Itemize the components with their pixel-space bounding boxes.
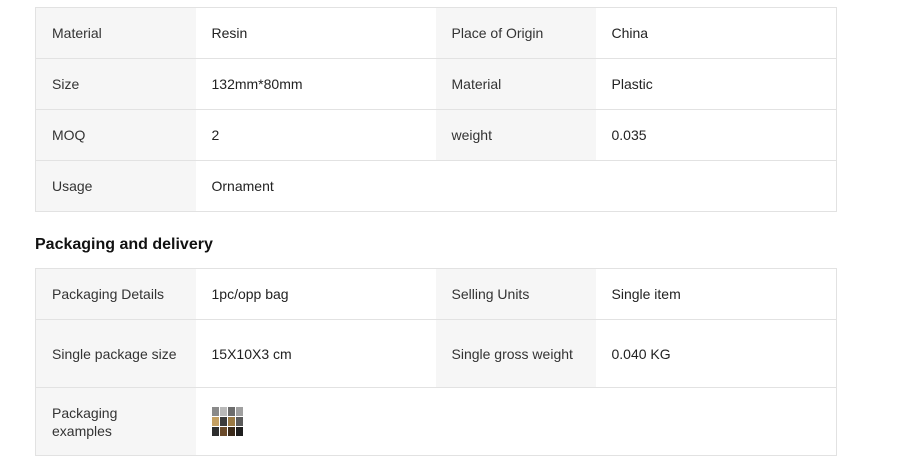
packaging-section-title: Packaging and delivery: [35, 236, 213, 253]
attribute-value: Resin: [195, 7, 436, 59]
thumbnail-tile: [227, 407, 235, 416]
attribute-value: Single item: [595, 268, 837, 320]
attribute-value: Ornament: [195, 160, 436, 212]
attributes-table: Material Resin Place of Origin China Size 132…: [35, 7, 837, 212]
attribute-label: Usage: [35, 160, 196, 212]
attribute-label: Single package size: [35, 319, 196, 388]
attribute-value: 1pc/opp bag: [195, 268, 436, 320]
attribute-label: MOQ: [35, 109, 196, 161]
thumbnail-tile: [227, 427, 235, 436]
thumbnail-tile: [227, 417, 235, 426]
attribute-label: weight: [435, 109, 596, 161]
attribute-label: Single gross weight: [435, 319, 596, 388]
packaging-table: Packaging Details 1pc/opp bag Selling Un…: [35, 268, 837, 456]
attribute-value: China: [595, 7, 837, 59]
table-row: Size 132mm*80mm Material Plastic: [35, 58, 837, 110]
table-row: Material Resin Place of Origin China: [35, 7, 837, 59]
table-row: MOQ 2 weight 0.035: [35, 109, 837, 161]
thumbnail-tile: [211, 417, 219, 426]
table-row: Single package size 15X10X3 cm Single gr…: [35, 319, 837, 388]
thumbnail-tile: [211, 407, 219, 416]
table-row: Packaging examples: [35, 387, 837, 456]
table-row: Packaging Details 1pc/opp bag Selling Un…: [35, 268, 837, 320]
thumbnail-tile: [211, 427, 219, 436]
attribute-value: 0.040 KG: [595, 319, 837, 388]
thumbnail-tile: [235, 407, 243, 416]
attribute-label: Packaging examples: [35, 387, 196, 456]
packaging-example-cell: [195, 387, 436, 456]
thumbnail-tile: [219, 417, 227, 426]
attribute-label: Selling Units: [435, 268, 596, 320]
attribute-label: Material: [435, 58, 596, 110]
thumbnail-tile: [235, 427, 243, 436]
attribute-label: Place of Origin: [435, 7, 596, 59]
attribute-value: Plastic: [595, 58, 837, 110]
packaging-example-image[interactable]: [211, 407, 243, 436]
table-row: Usage Ornament: [35, 160, 837, 212]
thumbnail-tile: [235, 417, 243, 426]
attribute-value: 2: [195, 109, 436, 161]
attribute-label: Size: [35, 58, 196, 110]
attribute-label: Packaging Details: [35, 268, 196, 320]
thumbnail-tile: [219, 407, 227, 416]
attribute-value: 132mm*80mm: [195, 58, 436, 110]
attribute-value: 15X10X3 cm: [195, 319, 436, 388]
thumbnail-tile: [219, 427, 227, 436]
attribute-label: Material: [35, 7, 196, 59]
attribute-value: 0.035: [595, 109, 837, 161]
